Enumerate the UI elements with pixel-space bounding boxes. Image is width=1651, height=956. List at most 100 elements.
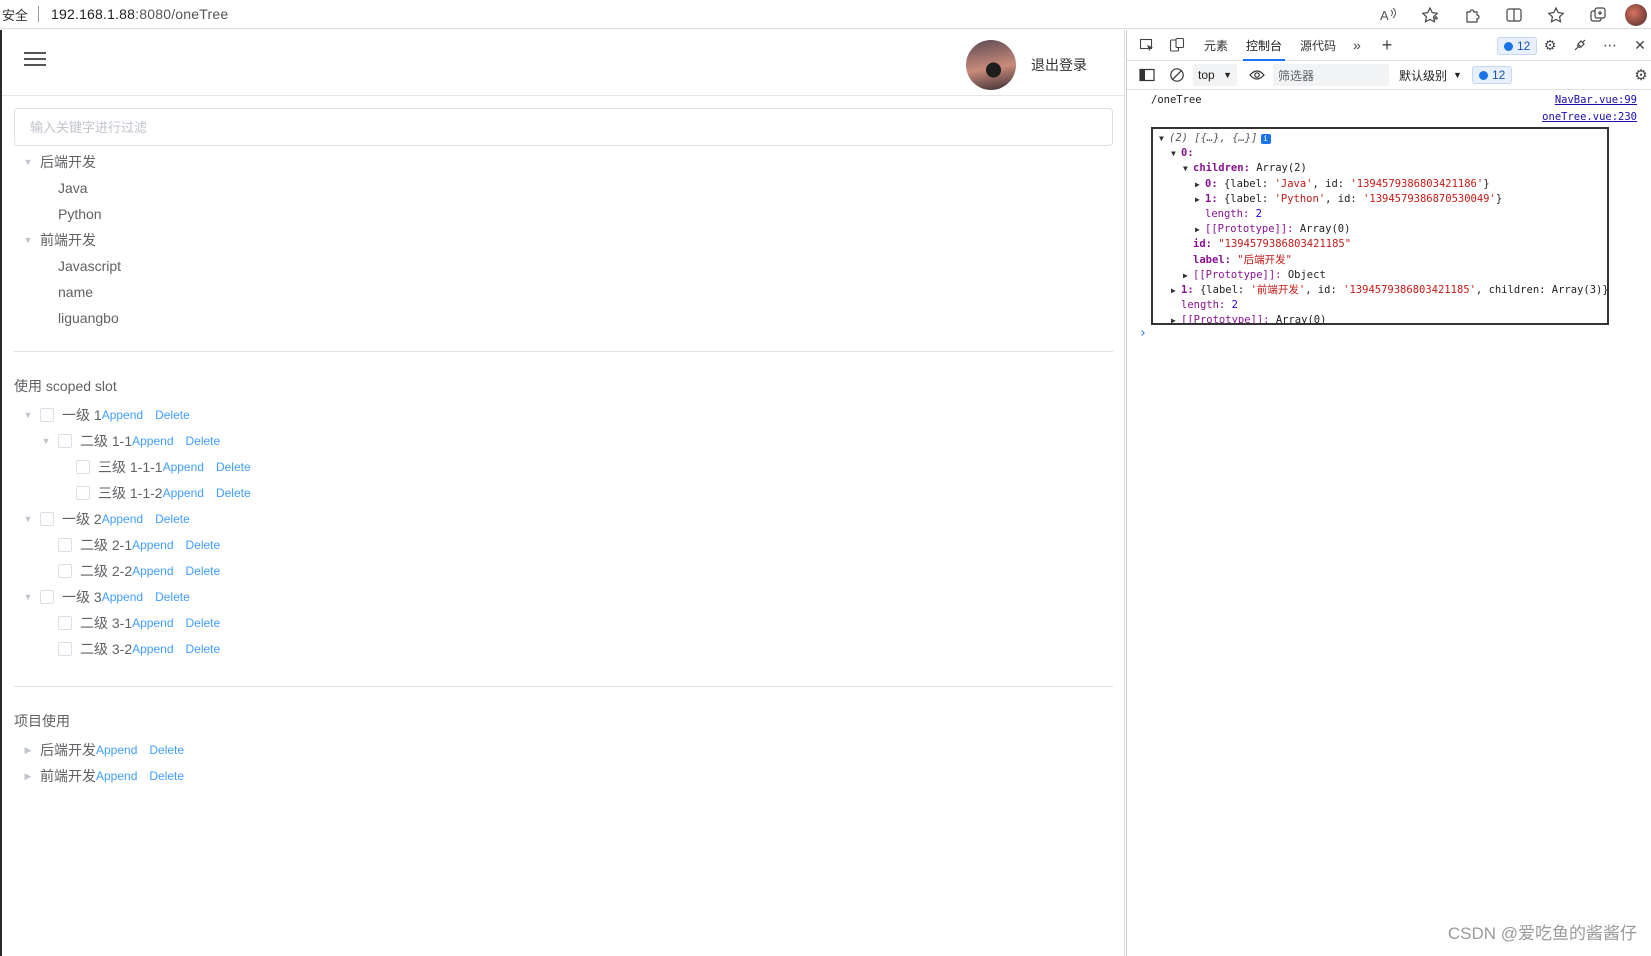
sidebar-toggle-icon[interactable] — [1137, 65, 1157, 85]
profile-avatar[interactable] — [1625, 3, 1647, 26]
object-row[interactable]: ▼ (2) [{…}, {…}] i — [1159, 131, 1607, 146]
delete-button[interactable]: Delete — [186, 642, 221, 656]
tree-node[interactable]: ▼ 一级 2 Append Delete — [14, 506, 1112, 532]
node-checkbox[interactable] — [76, 460, 90, 474]
append-button[interactable]: Append — [132, 564, 173, 578]
tree-node[interactable]: ▼ 二级 2-1 Append Delete — [14, 532, 1112, 558]
source-link[interactable]: NavBar.vue:99 — [1555, 94, 1637, 106]
filter-input[interactable] — [14, 108, 1113, 146]
tree-node[interactable]: ▼ 一级 1 Append Delete — [14, 402, 1112, 428]
delete-button[interactable]: Delete — [216, 460, 251, 474]
caret-down-icon[interactable]: ▼ — [40, 435, 52, 447]
append-button[interactable]: Append — [102, 408, 143, 422]
console-settings-gear-icon[interactable]: ⚙ — [1631, 65, 1651, 85]
delete-button[interactable]: Delete — [186, 616, 221, 630]
append-button[interactable]: Append — [132, 538, 173, 552]
tree-node[interactable]: ▼ name — [14, 279, 1112, 305]
tab-elements[interactable]: 元素 — [1195, 30, 1237, 61]
console-filter-input[interactable]: 筛选器 — [1273, 64, 1389, 86]
caret-down-icon[interactable]: ▼ — [22, 591, 34, 603]
node-checkbox[interactable] — [58, 616, 72, 630]
append-button[interactable]: Append — [132, 616, 173, 630]
delete-button[interactable]: Delete — [149, 769, 184, 783]
favorite-add-icon[interactable] — [1419, 4, 1441, 26]
append-button[interactable]: Append — [132, 434, 173, 448]
node-checkbox[interactable] — [40, 408, 54, 422]
live-expression-eye-icon[interactable] — [1247, 65, 1267, 85]
console-prompt-icon[interactable]: › — [1127, 325, 1651, 343]
append-button[interactable]: Append — [102, 590, 143, 604]
read-aloud-icon[interactable]: A — [1377, 4, 1399, 26]
clear-console-icon[interactable] — [1167, 65, 1187, 85]
tree-node[interactable]: ▼ 一级 3 Append Delete — [14, 584, 1112, 610]
source-link[interactable]: oneTree.vue:230 — [1542, 111, 1637, 123]
tree-node[interactable]: ▼ 三级 1-1-1 Append Delete — [14, 454, 1112, 480]
tree-node[interactable]: ▼ Python — [14, 201, 1112, 227]
more-options-icon[interactable]: ⋯ — [1599, 35, 1621, 55]
delete-button[interactable]: Delete — [186, 564, 221, 578]
tab-sources[interactable]: 源代码 — [1291, 30, 1345, 61]
delete-button[interactable]: Delete — [149, 743, 184, 757]
object-row[interactable]: ▶ 0: {label: 'Java', id: '139457938680342… — [1159, 177, 1607, 192]
caret-down-icon[interactable]: ▼ — [22, 234, 34, 246]
extensions-icon[interactable] — [1461, 4, 1483, 26]
tree-node[interactable]: ▼ liguangbo — [14, 305, 1112, 331]
append-button[interactable]: Append — [102, 512, 143, 526]
node-checkbox[interactable] — [40, 512, 54, 526]
object-row[interactable]: ▶ 1: {label: 'Python', id: '1394579386870… — [1159, 192, 1607, 207]
delete-button[interactable]: Delete — [216, 486, 251, 500]
tree-node[interactable]: ▼ 二级 3-1 Append Delete — [14, 610, 1112, 636]
collections-icon[interactable] — [1587, 4, 1609, 26]
tree-node[interactable]: ▼ 二级 1-1 Append Delete — [14, 428, 1112, 454]
caret-right-icon[interactable]: ▶ — [22, 744, 34, 756]
delete-button[interactable]: Delete — [155, 590, 190, 604]
node-checkbox[interactable] — [58, 642, 72, 656]
caret-down-icon[interactable]: ▼ — [22, 156, 34, 168]
node-checkbox[interactable] — [40, 590, 54, 604]
append-button[interactable]: Append — [163, 486, 204, 500]
caret-right-icon[interactable]: ▶ — [22, 770, 34, 782]
object-row[interactable]: ▼ 0: — [1159, 146, 1607, 161]
object-row[interactable]: ▶ 1: {label: '前端开发', id: '139457938680342… — [1159, 283, 1607, 298]
append-button[interactable]: Append — [163, 460, 204, 474]
tree-node[interactable]: ▼ Javascript — [14, 253, 1112, 279]
logout-link[interactable]: 退出登录 — [1031, 55, 1087, 75]
object-row[interactable]: ▼ children: Array(2) — [1159, 161, 1607, 176]
delete-button[interactable]: Delete — [155, 512, 190, 526]
hamburger-menu-icon[interactable] — [24, 52, 46, 70]
object-row[interactable]: ▶ [[Prototype]]: Array(0) — [1159, 313, 1607, 323]
inspect-element-icon[interactable] — [1137, 35, 1157, 55]
tree-node[interactable]: ▼ 前端开发 — [14, 227, 1112, 253]
node-checkbox[interactable] — [58, 434, 72, 448]
node-checkbox[interactable] — [58, 564, 72, 578]
caret-down-icon[interactable]: ▼ — [22, 513, 34, 525]
device-toolbar-icon[interactable] — [1167, 35, 1187, 55]
url-field[interactable]: 192.168.1.88:8080/oneTree — [51, 6, 228, 22]
append-button[interactable]: Append — [96, 769, 137, 783]
tab-console[interactable]: 控制台 — [1237, 30, 1291, 61]
tree-node[interactable]: ▼ 三级 1-1-2 Append Delete — [14, 480, 1112, 506]
object-row[interactable]: ▶ [[Prototype]]: Array(0) — [1159, 222, 1607, 237]
node-checkbox[interactable] — [58, 538, 72, 552]
split-screen-icon[interactable] — [1503, 4, 1525, 26]
user-avatar[interactable] — [966, 40, 1016, 90]
more-tabs-icon[interactable]: » — [1347, 35, 1367, 55]
favorites-icon[interactable] — [1545, 4, 1567, 26]
connect-device-icon[interactable] — [1569, 35, 1591, 55]
issues-badge-toolbar[interactable]: 12 — [1471, 66, 1513, 84]
tree-node[interactable]: ▼ 二级 3-2 Append Delete — [14, 636, 1112, 662]
delete-button[interactable]: Delete — [155, 408, 190, 422]
append-button[interactable]: Append — [96, 743, 137, 757]
log-level-select[interactable]: 默认级别 ▼ — [1399, 67, 1462, 84]
tree-node[interactable]: ▼ Java — [14, 175, 1112, 201]
add-tab-icon[interactable]: + — [1377, 35, 1397, 55]
caret-down-icon[interactable]: ▼ — [22, 409, 34, 421]
context-select[interactable]: top ▼ — [1193, 64, 1237, 86]
security-label[interactable]: 安全 — [0, 5, 28, 24]
delete-button[interactable]: Delete — [186, 538, 221, 552]
close-devtools-icon[interactable]: ✕ — [1629, 35, 1651, 55]
tree-node[interactable]: ▼ 后端开发 — [14, 149, 1112, 175]
tree-node[interactable]: ▶ 后端开发 Append Delete — [14, 737, 1112, 763]
tree-node[interactable]: ▼ 二级 2-2 Append Delete — [14, 558, 1112, 584]
settings-gear-icon[interactable]: ⚙ — [1539, 35, 1561, 55]
